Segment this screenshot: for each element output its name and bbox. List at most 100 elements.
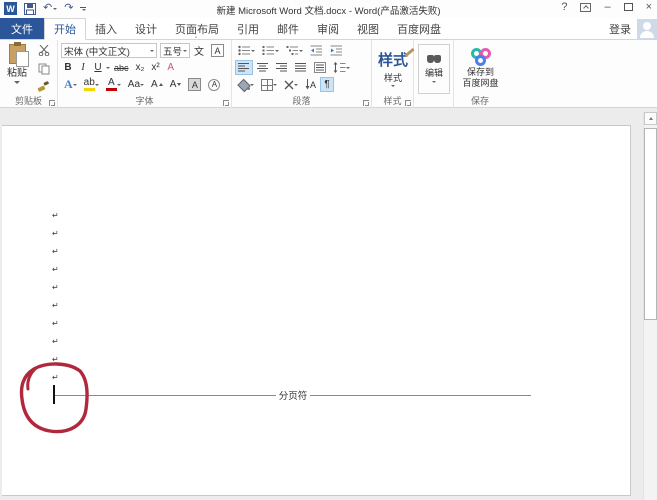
tab-page-layout[interactable]: 页面布局 bbox=[166, 18, 228, 39]
borders-dropdown-icon bbox=[273, 83, 277, 86]
save-button[interactable] bbox=[24, 2, 36, 15]
sign-in-link[interactable]: 登录 bbox=[609, 21, 631, 37]
clipboard-dialog-launcher[interactable] bbox=[49, 100, 55, 106]
word-window: W ↶ ↷ 新建 Microsoft Word 文档.docx - Word(产… bbox=[0, 0, 657, 500]
help-button[interactable]: ? bbox=[561, 1, 567, 13]
ribbon-display-options-button[interactable] bbox=[580, 2, 592, 12]
ribbon-tab-bar: 文件 开始 插入 设计 页面布局 引用 邮件 审阅 视图 百度网盘 登录 bbox=[0, 18, 657, 40]
align-center-button[interactable] bbox=[254, 60, 272, 75]
paste-button[interactable]: 粘贴 bbox=[4, 42, 30, 92]
styles-dialog-launcher[interactable] bbox=[405, 100, 411, 106]
borders-icon bbox=[261, 78, 273, 91]
phonetic-guide-button[interactable]: 文 bbox=[191, 37, 207, 58]
paragraph-mark: ↵ bbox=[52, 229, 59, 238]
scrollbar-thumb[interactable] bbox=[644, 128, 657, 320]
bullets-button[interactable] bbox=[235, 43, 258, 58]
save-to-baidu-button[interactable]: 保存到 百度网盘 bbox=[458, 43, 504, 93]
enclose-characters-icon: A bbox=[208, 78, 221, 91]
tab-view[interactable]: 视图 bbox=[348, 18, 388, 39]
font-dialog-launcher[interactable] bbox=[223, 100, 229, 106]
grow-font-button[interactable]: A bbox=[148, 77, 166, 92]
enclose-characters-button[interactable]: A bbox=[205, 77, 223, 92]
undo-button[interactable]: ↶ bbox=[43, 2, 58, 15]
maximize-button[interactable] bbox=[623, 3, 633, 11]
tab-file[interactable]: 文件 bbox=[0, 18, 44, 39]
sort-letter: A bbox=[310, 79, 317, 90]
line-spacing-button[interactable] bbox=[330, 60, 353, 75]
tab-baidu-netdisk[interactable]: 百度网盘 bbox=[388, 18, 450, 39]
change-case-button[interactable]: Aa bbox=[125, 77, 147, 92]
decrease-indent-button[interactable] bbox=[307, 43, 326, 58]
shading-button[interactable] bbox=[235, 77, 257, 92]
tab-home[interactable]: 开始 bbox=[44, 18, 86, 40]
highlight-button[interactable]: ab bbox=[81, 77, 102, 92]
increase-indent-icon bbox=[330, 45, 342, 56]
baidu-netdisk-icon bbox=[470, 48, 491, 66]
multilevel-list-button[interactable] bbox=[283, 43, 306, 58]
character-border-icon: A bbox=[211, 44, 224, 57]
highlight-color-bar bbox=[83, 87, 95, 91]
copy-button[interactable] bbox=[34, 61, 53, 76]
scroll-up-button[interactable] bbox=[644, 112, 657, 125]
align-right-button[interactable] bbox=[273, 60, 291, 75]
pinyin-icon[interactable]: A bbox=[164, 60, 178, 75]
close-button[interactable]: × bbox=[646, 1, 652, 13]
styles-button[interactable]: 样式 样式 bbox=[376, 44, 410, 92]
character-border-button[interactable]: A bbox=[208, 43, 227, 58]
scroll-up-icon bbox=[648, 117, 653, 120]
sort-button[interactable]: A bbox=[302, 77, 319, 92]
line-spacing-dropdown-icon bbox=[346, 66, 350, 69]
font-name-combo[interactable]: 宋体 (中文正文) bbox=[61, 43, 157, 58]
redo-button[interactable]: ↷ bbox=[64, 2, 73, 15]
vertical-scrollbar[interactable] bbox=[643, 112, 657, 500]
user-avatar-icon[interactable] bbox=[637, 19, 657, 39]
strikethrough-button[interactable]: abc bbox=[111, 60, 132, 75]
change-case-icon: Aa bbox=[127, 79, 141, 90]
word-logo-icon[interactable]: W bbox=[4, 2, 17, 15]
window-title: 新建 Microsoft Word 文档.docx - Word(产品激活失败) bbox=[216, 6, 441, 17]
shrink-font-button[interactable]: A bbox=[167, 77, 185, 92]
tab-mailings[interactable]: 邮件 bbox=[268, 18, 308, 39]
underline-dropdown-icon[interactable] bbox=[106, 66, 110, 69]
bold-button[interactable]: B bbox=[61, 60, 75, 75]
superscript-button[interactable]: x² bbox=[148, 60, 162, 75]
font-size-combo[interactable]: 五号 bbox=[160, 43, 190, 58]
justify-icon bbox=[295, 63, 306, 72]
underline-button[interactable]: U bbox=[91, 60, 105, 75]
numbering-button[interactable] bbox=[259, 43, 282, 58]
minimize-button[interactable]: – bbox=[604, 1, 610, 13]
paragraph-mark: ↵ bbox=[52, 301, 59, 310]
justify-button[interactable] bbox=[292, 60, 310, 75]
highlight-dropdown-icon bbox=[94, 83, 99, 86]
tab-insert[interactable]: 插入 bbox=[86, 18, 126, 39]
italic-button[interactable]: I bbox=[76, 60, 90, 75]
text-effects-button[interactable]: A bbox=[61, 77, 80, 92]
format-painter-button[interactable] bbox=[34, 79, 53, 94]
numbering-icon bbox=[262, 46, 274, 55]
asian-layout-button[interactable] bbox=[281, 77, 301, 92]
distribute-button[interactable] bbox=[311, 60, 329, 75]
tab-references[interactable]: 引用 bbox=[228, 18, 268, 39]
bullets-dropdown-icon bbox=[251, 49, 255, 52]
paste-clipboard-icon bbox=[8, 42, 29, 67]
paragraph-dialog-launcher[interactable] bbox=[363, 100, 369, 106]
highlight-icon: ab bbox=[83, 77, 95, 91]
font-name-value: 宋体 (中文正文) bbox=[64, 46, 130, 58]
save-icon bbox=[24, 2, 36, 15]
increase-indent-button[interactable] bbox=[327, 43, 346, 58]
clipboard-tools bbox=[34, 43, 53, 94]
tab-design[interactable]: 设计 bbox=[126, 18, 166, 39]
character-shading-icon: A bbox=[188, 78, 202, 91]
character-shading-button[interactable]: A bbox=[185, 77, 204, 92]
align-left-button[interactable] bbox=[235, 60, 253, 75]
customize-qat-button[interactable] bbox=[80, 6, 87, 11]
subscript-button[interactable]: x₂ bbox=[133, 60, 148, 75]
tab-review[interactable]: 审阅 bbox=[308, 18, 348, 39]
cut-button[interactable] bbox=[34, 43, 53, 58]
document-page[interactable]: ↵ ↵ ↵ ↵ ↵ ↵ ↵ ↵ ↵ ↵ 分页符 bbox=[2, 125, 631, 496]
borders-button[interactable] bbox=[258, 77, 280, 92]
show-hide-marks-button[interactable]: ¶ bbox=[320, 77, 335, 92]
editing-button[interactable]: 编辑 bbox=[418, 44, 450, 94]
ribbon-home: 粘贴 剪贴板 宋体 (中文正文) 五号 '' 文 A B I U abc x₂ … bbox=[0, 37, 657, 108]
font-color-button[interactable]: A bbox=[103, 77, 124, 92]
